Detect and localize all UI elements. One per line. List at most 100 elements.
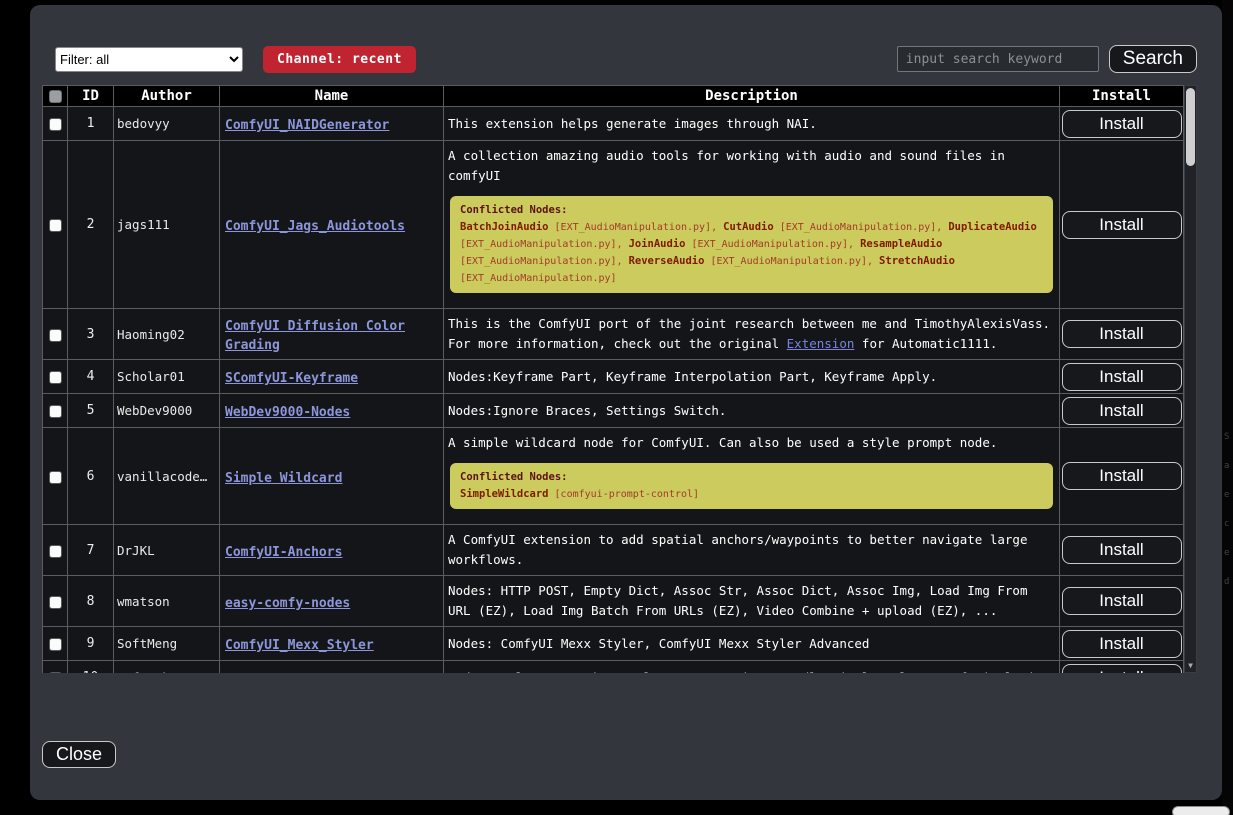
row-select-cell bbox=[43, 576, 68, 627]
conflicted-node-source: [EXT_AudioManipulation.py], bbox=[549, 222, 724, 233]
row-checkbox[interactable] bbox=[49, 118, 62, 131]
description-text: Nodes: ComfyUI Mexx Styler, ComfyUI Mexx… bbox=[448, 636, 869, 651]
row-description: A collection amazing audio tools for wor… bbox=[444, 141, 1060, 309]
install-button[interactable]: Install bbox=[1062, 211, 1182, 239]
install-button[interactable]: Install bbox=[1062, 630, 1182, 658]
row-install-cell: Install bbox=[1060, 525, 1184, 576]
install-button[interactable]: Install bbox=[1062, 320, 1182, 348]
row-install-cell: Install bbox=[1060, 360, 1184, 394]
description-text: A collection amazing audio tools for wor… bbox=[448, 148, 1005, 183]
table-header-row: ID Author Name Description Install bbox=[43, 86, 1184, 107]
row-description: This is the ComfyUI port of the joint re… bbox=[444, 309, 1060, 360]
row-author: jags111 bbox=[114, 141, 220, 309]
conflicted-node-source: [EXT_AudioManipulation.py], bbox=[460, 256, 629, 267]
row-select-cell bbox=[43, 394, 68, 428]
extension-name-link[interactable]: ComfyUI-Anchors bbox=[225, 545, 342, 560]
custom-nodes-installer-dialog: Filter: all Channel: recent Search ID Au… bbox=[30, 5, 1222, 800]
row-install-cell: Install bbox=[1060, 661, 1184, 674]
row-install-cell: Install bbox=[1060, 576, 1184, 627]
row-checkbox[interactable] bbox=[49, 471, 62, 484]
table-row: 2jags111ComfyUI_Jags_AudiotoolsA collect… bbox=[43, 141, 1184, 309]
description-text: for Automatic1111. bbox=[854, 336, 997, 351]
row-select-cell bbox=[43, 141, 68, 309]
row-author: SoftMeng bbox=[114, 627, 220, 661]
extension-name-link[interactable]: WebDev9000-Nodes bbox=[225, 405, 350, 420]
conflicted-node-source: [EXT_AudioManipulation.py], bbox=[685, 239, 860, 250]
table-row: 3Haoming02ComfyUI Diffusion Color Gradin… bbox=[43, 309, 1184, 360]
description-link[interactable]: Extension bbox=[787, 336, 855, 351]
filter-select[interactable]: Filter: all bbox=[55, 47, 243, 72]
obscured-background-text: a bbox=[1224, 461, 1229, 471]
search-button[interactable]: Search bbox=[1109, 45, 1197, 73]
extension-name-link[interactable]: ComfyUI_NAIDGenerator bbox=[225, 118, 389, 133]
row-name-cell: ComfyUI_Mexx_Styler bbox=[220, 627, 444, 661]
row-id: 1 bbox=[68, 107, 114, 141]
description-text: A simple wildcard node for ComfyUI. Can … bbox=[448, 435, 997, 450]
close-button[interactable]: Close bbox=[42, 741, 116, 768]
row-description: A ComfyUI extension to add spatial ancho… bbox=[444, 525, 1060, 576]
extension-name-link[interactable]: SComfyUI-Keyframe bbox=[225, 371, 358, 386]
install-button[interactable]: Install bbox=[1062, 110, 1182, 138]
conflicted-node-name: CutAudio bbox=[723, 221, 774, 233]
install-button[interactable]: Install bbox=[1062, 536, 1182, 564]
conflicted-node-name: BatchJoinAudio bbox=[460, 221, 549, 233]
row-author: zcfrank1st bbox=[114, 661, 220, 674]
row-name-cell: Simple Wildcard bbox=[220, 428, 444, 525]
row-description: This extension helps generate images thr… bbox=[444, 107, 1060, 141]
row-checkbox[interactable] bbox=[49, 638, 62, 651]
install-button[interactable]: Install bbox=[1062, 587, 1182, 615]
conflicted-node-name: ReverseAudio bbox=[629, 255, 705, 267]
row-install-cell: Install bbox=[1060, 627, 1184, 661]
conflicted-node-name: DuplicateAudio bbox=[948, 221, 1037, 233]
extension-name-link[interactable]: ComfyUI_Mexx_Styler bbox=[225, 638, 374, 653]
row-checkbox[interactable] bbox=[49, 405, 62, 418]
extension-name-link[interactable]: ComfyUI_Jags_Audiotools bbox=[225, 219, 405, 234]
table-row: 4Scholar01SComfyUI-KeyframeNodes:Keyfram… bbox=[43, 360, 1184, 394]
row-description: Nodes: HTTP POST, Empty Dict, Assoc Str,… bbox=[444, 576, 1060, 627]
conflicted-nodes-title: Conflicted Nodes: bbox=[460, 470, 1043, 485]
row-checkbox[interactable] bbox=[49, 371, 62, 384]
row-install-cell: Install bbox=[1060, 107, 1184, 141]
scrollbar-thumb[interactable] bbox=[1186, 88, 1195, 166]
row-install-cell: Install bbox=[1060, 309, 1184, 360]
row-checkbox[interactable] bbox=[49, 219, 62, 232]
table-scrollbar[interactable]: ▼ bbox=[1184, 85, 1197, 673]
extension-name-link[interactable]: Simple Wildcard bbox=[225, 471, 342, 486]
conflicted-node-name: SimpleWildcard bbox=[460, 488, 549, 500]
table-row: 7DrJKLComfyUI-AnchorsA ComfyUI extension… bbox=[43, 525, 1184, 576]
install-button[interactable]: Install bbox=[1062, 664, 1182, 674]
extension-name-link[interactable]: easy-comfy-nodes bbox=[225, 596, 350, 611]
row-checkbox[interactable] bbox=[49, 545, 62, 558]
row-name-cell: SComfyUI-Keyframe bbox=[220, 360, 444, 394]
description-text: Nodes:Ignore Braces, Settings Switch. bbox=[448, 403, 726, 418]
row-checkbox[interactable] bbox=[49, 672, 62, 673]
extension-name-link[interactable]: ComfyUI Yolov8 bbox=[225, 672, 335, 673]
row-select-cell bbox=[43, 661, 68, 674]
description-text: This extension helps generate images thr… bbox=[448, 116, 817, 131]
obscured-background-button[interactable] bbox=[1172, 806, 1230, 815]
row-checkbox[interactable] bbox=[49, 329, 62, 342]
conflicted-node-source: [comfyui-prompt-control] bbox=[549, 489, 700, 500]
table-row: 9SoftMengComfyUI_Mexx_StylerNodes: Comfy… bbox=[43, 627, 1184, 661]
row-name-cell: ComfyUI_Jags_Audiotools bbox=[220, 141, 444, 309]
description-text: A ComfyUI extension to add spatial ancho… bbox=[448, 532, 1027, 567]
install-button[interactable]: Install bbox=[1062, 363, 1182, 391]
row-id: 6 bbox=[68, 428, 114, 525]
install-button[interactable]: Install bbox=[1062, 462, 1182, 490]
row-checkbox[interactable] bbox=[49, 596, 62, 609]
obscured-background-text: e bbox=[1224, 490, 1229, 500]
install-button[interactable]: Install bbox=[1062, 397, 1182, 425]
scrollbar-down-arrow[interactable]: ▼ bbox=[1185, 661, 1196, 671]
table-row: 10zcfrank1stComfyUI Yolov8Nodes: Yolov8D… bbox=[43, 661, 1184, 674]
conflicted-node-name: JoinAudio bbox=[629, 238, 686, 250]
row-author: Scholar01 bbox=[114, 360, 220, 394]
extension-name-link[interactable]: ComfyUI Diffusion Color Grading bbox=[225, 319, 405, 353]
row-description: Nodes:Ignore Braces, Settings Switch. bbox=[444, 394, 1060, 428]
select-all-checkbox[interactable] bbox=[49, 90, 62, 103]
search-input[interactable] bbox=[897, 46, 1099, 72]
conflicted-nodes-warning: Conflicted Nodes:BatchJoinAudio [EXT_Aud… bbox=[450, 196, 1053, 293]
row-select-cell bbox=[43, 360, 68, 394]
table-row: 8wmatsoneasy-comfy-nodesNodes: HTTP POST… bbox=[43, 576, 1184, 627]
row-author: wmatson bbox=[114, 576, 220, 627]
row-author: Haoming02 bbox=[114, 309, 220, 360]
